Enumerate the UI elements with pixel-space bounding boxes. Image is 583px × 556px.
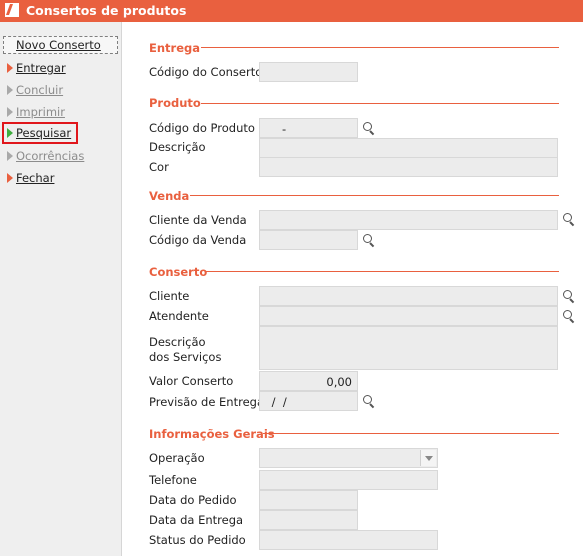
window-title: Consertos de produtos (26, 3, 187, 18)
operacao-label: Operação (149, 451, 205, 465)
search-icon[interactable] (562, 309, 576, 324)
title-bar: Consertos de produtos (0, 0, 583, 22)
codigo-venda-field[interactable] (259, 230, 358, 250)
section-divider (205, 271, 559, 272)
descricao-servicos-label-line2: dos Serviços (149, 350, 222, 364)
atendente-field[interactable] (259, 306, 558, 326)
data-entrega-field[interactable] (259, 510, 358, 530)
telefone-field[interactable] (259, 470, 438, 490)
section-conserto-title: Conserto (149, 265, 208, 279)
codigo-venda-label: Código da Venda (149, 233, 247, 247)
sidebar-item-ocorrencias[interactable]: Ocorrências (3, 147, 117, 165)
section-divider (190, 195, 559, 196)
codigo-conserto-field[interactable] (259, 62, 358, 82)
section-divider (201, 103, 559, 104)
section-venda-title: Venda (149, 189, 190, 203)
valor-conserto-label: Valor Conserto (149, 374, 234, 388)
data-pedido-field[interactable] (259, 490, 358, 510)
sidebar-item-label: Ocorrências (16, 149, 85, 163)
sidebar-item-concluir[interactable]: Concluir (3, 81, 117, 99)
descricao-servicos-label-line1: Descrição (149, 335, 206, 349)
section-divider (201, 47, 559, 48)
codigo-produto-label: Código do Produto (149, 121, 255, 135)
play-arrow-icon (7, 63, 13, 73)
dropdown-button[interactable] (420, 450, 436, 466)
sidebar-item-label: Concluir (16, 83, 64, 97)
sidebar-item-label: Imprimir (16, 105, 65, 119)
sidebar-item-entregar[interactable]: Entregar (3, 59, 117, 77)
atendente-label: Atendente (149, 309, 209, 323)
cliente-field[interactable] (259, 286, 558, 306)
sidebar-item-novo-conserto[interactable]: Novo Conserto (3, 36, 118, 54)
descricao-servicos-field[interactable] (259, 326, 558, 370)
chevron-down-icon (425, 456, 433, 461)
field-value: / / (268, 395, 287, 409)
play-arrow-icon (7, 173, 13, 183)
field-value: 0,00 (326, 375, 352, 389)
sidebar-item-label: Novo Conserto (16, 38, 101, 52)
sidebar-item-fechar[interactable]: Fechar (3, 169, 117, 187)
search-icon[interactable] (362, 394, 376, 409)
pesquisar-highlight (2, 122, 78, 144)
app-logo-icon (5, 3, 19, 17)
cliente-venda-label: Cliente da Venda (149, 213, 247, 227)
status-pedido-field[interactable] (259, 530, 438, 550)
codigo-conserto-label: Código do Conserto (149, 65, 263, 79)
section-informacoes-title: Informações Gerais (149, 427, 275, 441)
cliente-venda-field[interactable] (259, 210, 558, 230)
sidebar: Novo Conserto Entregar Concluir Imprimir… (0, 22, 122, 556)
search-icon[interactable] (562, 289, 576, 304)
search-icon[interactable] (562, 212, 576, 227)
search-icon[interactable] (362, 233, 376, 248)
sidebar-item-imprimir[interactable]: Imprimir (3, 103, 117, 121)
previsao-entrega-field[interactable]: / / (259, 391, 358, 411)
operacao-dropdown[interactable] (259, 448, 438, 468)
search-icon[interactable] (362, 121, 376, 136)
section-produto-title: Produto (149, 96, 201, 110)
cor-field[interactable] (259, 157, 558, 177)
sidebar-item-label: Entregar (16, 61, 66, 75)
previsao-entrega-label: Previsão de Entrega (149, 395, 265, 409)
descricao-produto-label: Descrição (149, 140, 206, 154)
play-arrow-icon (7, 85, 13, 95)
codigo-produto-field[interactable]: - (259, 118, 358, 138)
descricao-produto-field[interactable] (259, 138, 558, 158)
telefone-label: Telefone (149, 473, 197, 487)
sidebar-item-label: Fechar (16, 171, 55, 185)
play-arrow-icon (7, 151, 13, 161)
play-arrow-icon (7, 107, 13, 117)
valor-conserto-field[interactable]: 0,00 (259, 371, 358, 391)
data-entrega-label: Data da Entrega (149, 513, 244, 527)
section-divider (263, 433, 559, 434)
cliente-label: Cliente (149, 289, 190, 303)
data-pedido-label: Data do Pedido (149, 493, 237, 507)
section-entrega-title: Entrega (149, 41, 201, 55)
cor-label: Cor (149, 160, 169, 174)
field-value: - (282, 122, 287, 136)
status-pedido-label: Status do Pedido (149, 533, 246, 547)
